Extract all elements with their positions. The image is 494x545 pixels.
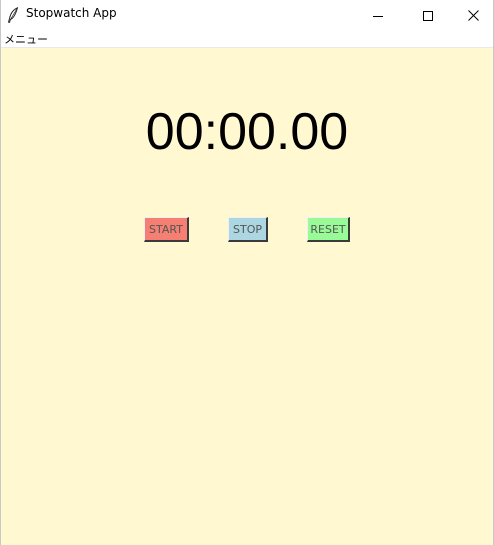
start-button[interactable]: START — [144, 217, 189, 242]
title-bar[interactable]: Stopwatch App — [1, 0, 493, 30]
stop-button[interactable]: STOP — [228, 217, 268, 242]
close-button[interactable] — [450, 0, 494, 30]
app-window: Stopwatch App メニュー 00:00.00 START STOP R… — [0, 0, 494, 545]
window-title: Stopwatch App — [26, 6, 117, 20]
close-icon — [467, 6, 479, 25]
menu-bar: メニュー — [1, 30, 493, 48]
minimize-button[interactable] — [355, 0, 401, 30]
reset-button[interactable]: RESET — [307, 217, 350, 242]
maximize-button[interactable] — [405, 0, 451, 30]
maximize-icon — [423, 6, 433, 25]
menu-item-menu[interactable]: メニュー — [4, 31, 48, 47]
timer-display: 00:00.00 — [145, 103, 349, 161]
feather-icon — [7, 7, 19, 23]
minimize-icon — [373, 6, 383, 25]
stopwatch-panel: 00:00.00 START STOP RESET — [1, 48, 493, 545]
